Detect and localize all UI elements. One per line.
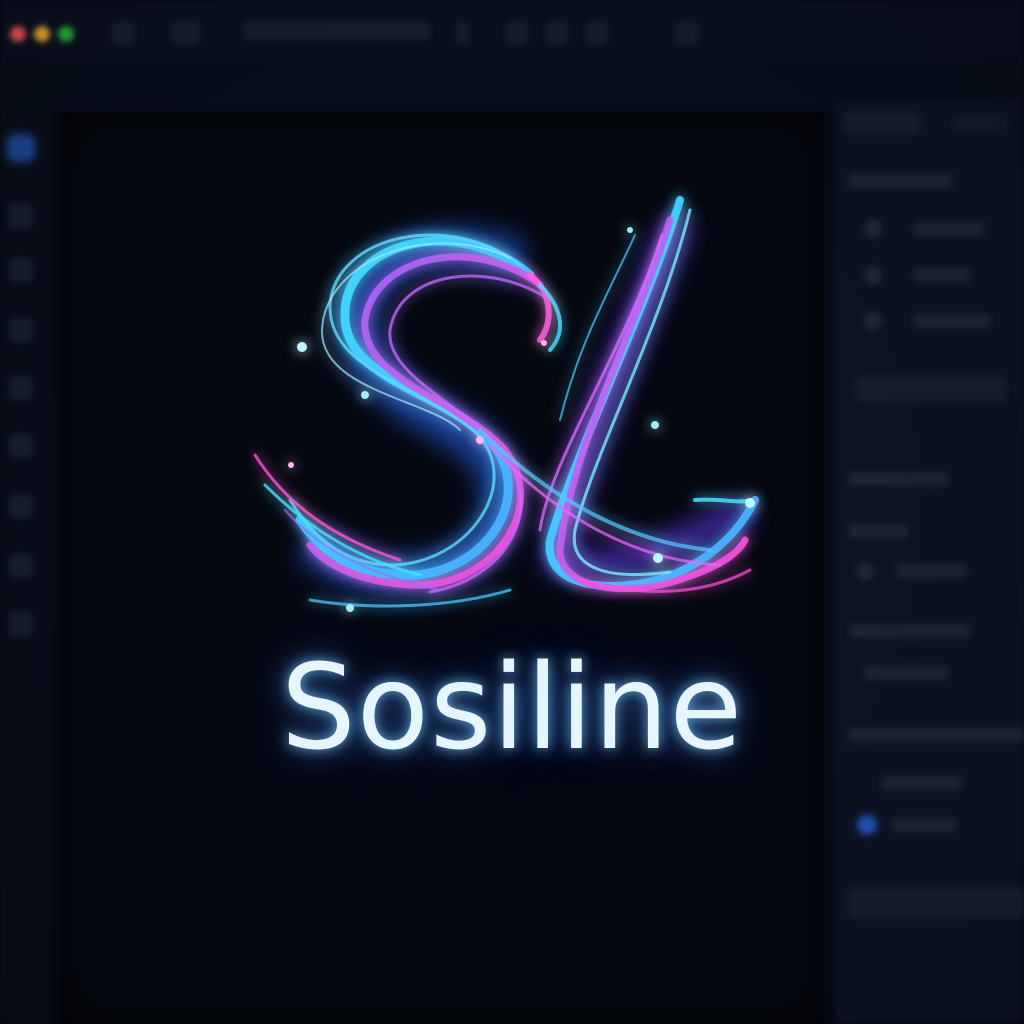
- property-label: [892, 818, 956, 832]
- comment-tool-icon[interactable]: [9, 554, 33, 578]
- tool-rail: [0, 112, 50, 1024]
- plugin-tool-icon[interactable]: [9, 612, 33, 636]
- distribute-icon[interactable]: [864, 266, 882, 284]
- brand-wordmark: Sosiline: [280, 638, 744, 776]
- document-title: [244, 22, 430, 40]
- zoom-icon[interactable]: [586, 22, 608, 44]
- section-heading: [848, 472, 948, 486]
- share-icon[interactable]: [676, 22, 698, 44]
- select-tool-icon[interactable]: [9, 136, 33, 160]
- layout-dropdown[interactable]: [856, 376, 1006, 402]
- align-icon[interactable]: [864, 220, 882, 238]
- minimize-icon[interactable]: [34, 26, 50, 42]
- section-heading: [848, 174, 952, 188]
- close-icon[interactable]: [10, 26, 26, 42]
- property-label: [914, 314, 990, 328]
- constraints-icon[interactable]: [864, 312, 882, 330]
- property-label: [882, 776, 962, 790]
- undo-icon[interactable]: [506, 22, 528, 44]
- property-label: [848, 524, 908, 538]
- pen-tool-icon[interactable]: [9, 258, 33, 282]
- section-heading: [850, 624, 970, 638]
- tab-design[interactable]: [844, 112, 920, 134]
- sidebar-toggle-icon[interactable]: [112, 22, 134, 44]
- redo-icon[interactable]: [546, 22, 568, 44]
- properties-panel: [834, 100, 1024, 1024]
- fill-value: [896, 564, 966, 578]
- frame-tool-icon[interactable]: [9, 204, 33, 228]
- image-tool-icon[interactable]: [9, 494, 33, 518]
- brush-tool-icon[interactable]: [9, 434, 33, 458]
- text-tool-icon[interactable]: [9, 376, 33, 400]
- effect-toggle[interactable]: [858, 816, 876, 834]
- property-label: [914, 268, 970, 282]
- chevron-down-icon[interactable]: [456, 22, 468, 44]
- title-bar: [0, 0, 1024, 62]
- tab-prototype[interactable]: [952, 114, 1008, 132]
- property-label: [914, 222, 984, 236]
- fill-swatch-icon[interactable]: [856, 562, 874, 580]
- shape-tool-icon[interactable]: [9, 318, 33, 342]
- home-icon[interactable]: [172, 22, 200, 44]
- sl-ribbon-monogram-icon: [253, 196, 759, 612]
- app-window: Sosiline: [0, 0, 1024, 1024]
- export-button[interactable]: [848, 888, 1024, 918]
- maximize-icon[interactable]: [58, 26, 74, 42]
